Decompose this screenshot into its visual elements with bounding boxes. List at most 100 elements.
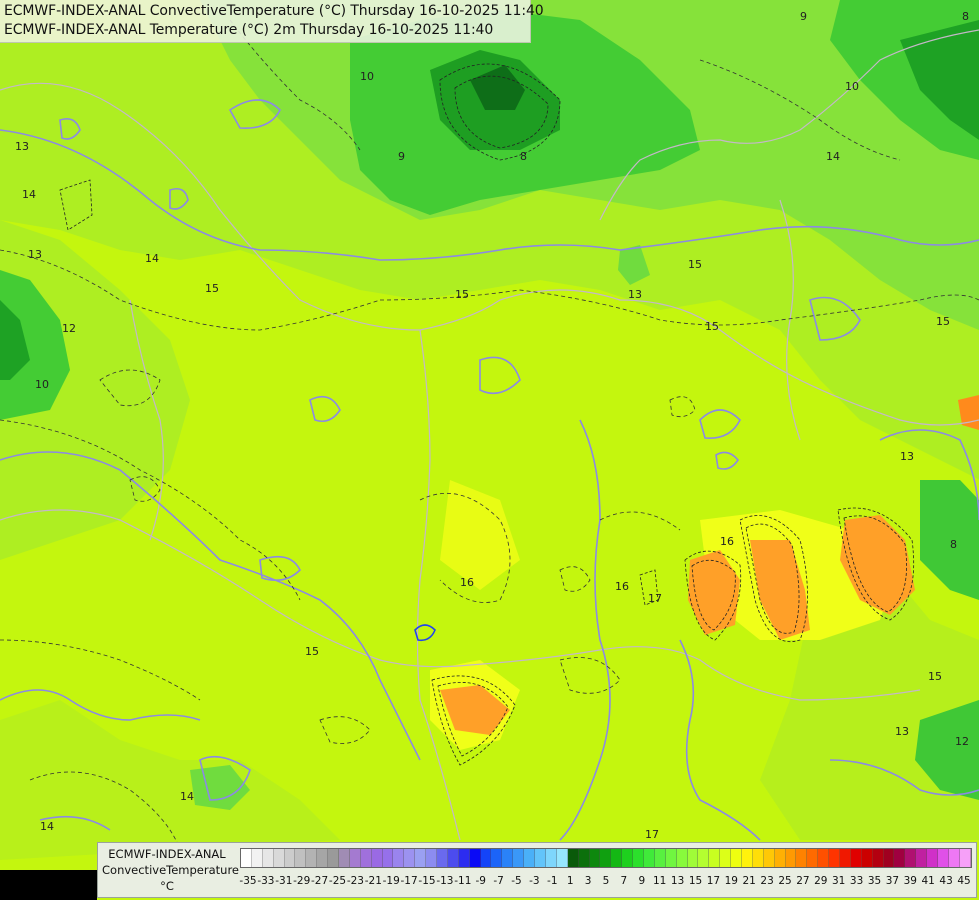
legend-swatch [611, 849, 623, 867]
contour-label: 10 [35, 378, 49, 391]
legend-swatch [502, 849, 514, 867]
legend-tick-label: 9 [638, 875, 646, 887]
legend-swatch [763, 849, 775, 867]
legend-tick-label: -9 [475, 875, 486, 887]
contour-label: 16 [460, 576, 474, 589]
legend-swatch [709, 849, 721, 867]
legend-swatch [665, 849, 677, 867]
contour-label: 16 [720, 535, 734, 548]
legend-swatch [295, 849, 307, 867]
legend-swatch [741, 849, 753, 867]
legend-swatch [513, 849, 525, 867]
legend-swatch [415, 849, 427, 867]
legend-swatch [491, 849, 503, 867]
legend-unit: °C [160, 879, 174, 893]
legend-swatch [643, 849, 655, 867]
legend-swatch [480, 849, 492, 867]
legend-swatch [654, 849, 666, 867]
weather-map: 13 14 13 12 10 14 15 10 9 8 15 13 15 15 … [0, 0, 979, 900]
legend-tick-label: 11 [653, 875, 667, 887]
contour-label: 14 [22, 188, 36, 201]
legend-swatch [349, 849, 361, 867]
legend-color-bar [240, 848, 972, 868]
legend-swatch [839, 849, 851, 867]
contour-label: 13 [900, 450, 914, 463]
contour-label: 15 [305, 645, 319, 658]
legend-swatch [752, 849, 764, 867]
legend-swatch [959, 849, 971, 867]
no-data-corner [0, 870, 97, 900]
contour-label: 15 [936, 315, 950, 328]
contour-label: 12 [955, 735, 969, 748]
legend-tick-label: 15 [688, 875, 703, 887]
legend-swatch [785, 849, 797, 867]
legend-swatch [393, 849, 405, 867]
legend-tick-label: -15 [418, 875, 436, 887]
legend-swatch [273, 849, 285, 867]
contour-label: 14 [180, 790, 194, 803]
legend-tick-label: 43 [939, 875, 953, 887]
legend-tick-label: 5 [602, 875, 610, 887]
legend-swatch [458, 849, 470, 867]
legend-title-source: ECMWF-INDEX-ANAL [108, 847, 226, 861]
legend-swatch [262, 849, 274, 867]
contour-label: 17 [645, 828, 659, 841]
legend-swatch [633, 849, 644, 867]
legend-tick-label: -11 [454, 875, 472, 887]
legend-swatch [807, 849, 819, 867]
legend-swatch [447, 849, 459, 867]
legend-tick-labels: -35 -33 -31 -29 -27 -25 -23 -21 -19 -17 -15 -13 -11-… [239, 875, 972, 889]
legend-swatch [339, 849, 350, 867]
contour-label: 10 [360, 70, 374, 83]
legend-swatch [284, 849, 296, 867]
legend-swatch [404, 849, 416, 867]
contour-label: 9 [800, 10, 807, 23]
legend-swatch [829, 849, 840, 867]
legend-tick-label: -25 [328, 875, 347, 887]
legend-tick-label: 21 [742, 875, 756, 887]
contour-label: 13 [15, 140, 29, 153]
legend-tick-label: 33 [849, 875, 864, 887]
legend-tick-label: 19 [724, 875, 738, 887]
title-line-temperature: ECMWF-INDEX-ANAL Temperature (°C) 2m Thu… [4, 22, 494, 38]
legend-tick-label: -29 [293, 875, 311, 887]
legend-tick-label: -31 [275, 875, 293, 887]
legend-tick-label: -5 [511, 875, 522, 887]
legend-swatch [241, 849, 252, 867]
legend-tick-label: -13 [436, 875, 454, 887]
legend-swatch [589, 849, 601, 867]
legend-swatch [371, 849, 383, 867]
legend-tick-label: 29 [814, 875, 828, 887]
contour-label: 13 [28, 248, 42, 261]
legend-tick-label: 1 [566, 875, 574, 887]
legend-swatch [469, 849, 481, 867]
legend-tick-label: 7 [620, 875, 628, 887]
legend-tick-label: 35 [867, 875, 882, 887]
legend-swatch [861, 849, 873, 867]
contour-label: 13 [628, 288, 642, 301]
legend-swatch [905, 849, 917, 867]
legend-swatch [720, 849, 732, 867]
legend-tick-label: 31 [832, 875, 846, 887]
legend-tick-label: -27 [311, 875, 329, 887]
contour-label: 14 [40, 820, 54, 833]
legend-tick-label: 25 [778, 875, 792, 887]
contour-label: 13 [895, 725, 909, 738]
contour-label: 8 [520, 150, 527, 163]
legend-swatch [927, 849, 938, 867]
legend-swatch [850, 849, 862, 867]
contour-label: 12 [62, 322, 76, 335]
legend-tick-label: 13 [670, 875, 685, 887]
legend-swatch [622, 849, 634, 867]
legend-swatch [545, 849, 557, 867]
legend-swatch [306, 849, 318, 867]
legend-swatch [578, 849, 590, 867]
contour-label: 17 [648, 592, 662, 605]
legend-swatch [426, 849, 438, 867]
contour-label: 15 [928, 670, 942, 683]
contour-label: 14 [826, 150, 840, 163]
legend-swatch [556, 849, 568, 867]
map-title-box: ECMWF-INDEX-ANAL ConvectiveTemperature (… [0, 0, 544, 43]
legend-swatch [328, 849, 340, 867]
legend-swatch [687, 849, 699, 867]
